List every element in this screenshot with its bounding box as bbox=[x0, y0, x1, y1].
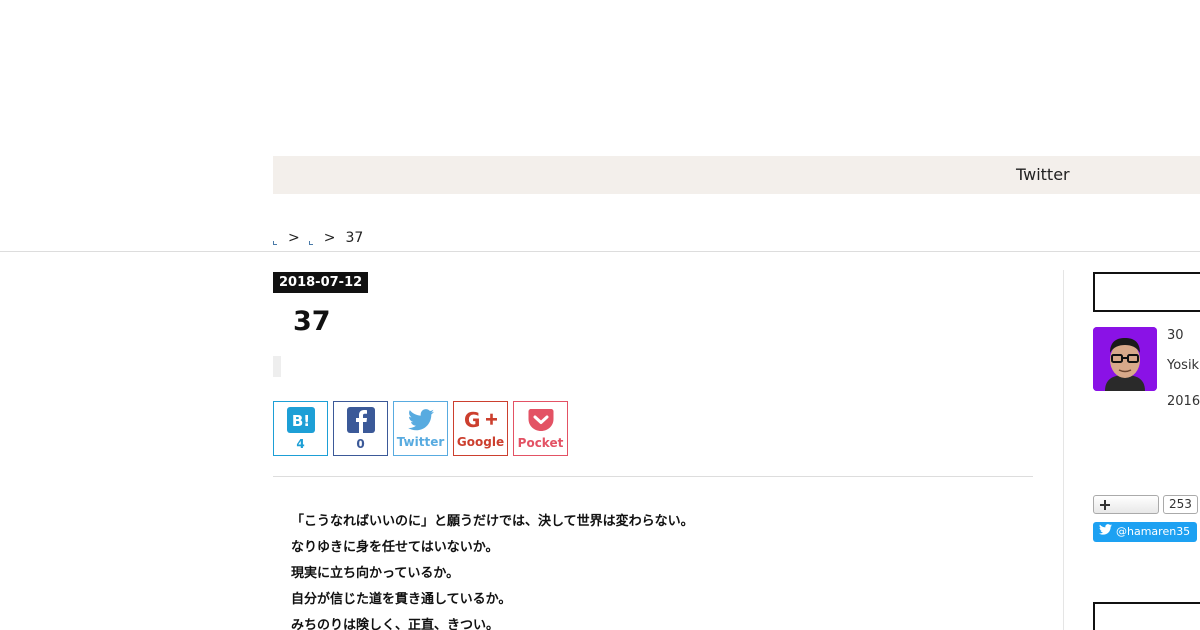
profile-avatar[interactable] bbox=[1093, 327, 1157, 391]
facebook-share-button[interactable]: 0 bbox=[333, 401, 388, 456]
breadcrumb-current: 37 bbox=[345, 230, 364, 246]
body-paragraph: なりゆきに身を任せてはいないか。 bbox=[291, 540, 499, 555]
twitter-share-button[interactable]: Twitter bbox=[393, 401, 448, 456]
svg-text:B!: B! bbox=[291, 412, 309, 430]
facebook-icon bbox=[346, 406, 375, 433]
pocket-icon bbox=[528, 408, 554, 432]
pocket-share-button[interactable]: Pocket bbox=[513, 401, 568, 456]
facebook-share-count: 0 bbox=[356, 436, 365, 451]
google-plus-icon: G bbox=[464, 409, 498, 431]
sidebar-widget-header bbox=[1093, 602, 1200, 630]
nav-item-twitter[interactable]: Twitter bbox=[1016, 165, 1070, 184]
hatena-follow-widget: 253 bbox=[1093, 495, 1198, 514]
breadcrumb-separator: > bbox=[323, 230, 336, 246]
post-title[interactable]: 37 bbox=[293, 306, 331, 337]
profile-since: 2016/ bbox=[1167, 394, 1200, 409]
pocket-share-label: Pocket bbox=[517, 435, 564, 450]
body-paragraph: 現実に立ち向かっているか。 bbox=[291, 566, 460, 581]
body-paragraph: みちのりは険しく、正直、きつい。 bbox=[291, 618, 500, 630]
hatena-bookmark-icon: B! bbox=[286, 406, 315, 433]
profile-age: 30 bbox=[1167, 328, 1184, 343]
breadcrumb-category-link[interactable] bbox=[308, 241, 313, 245]
global-nav-bar: Twitter bbox=[273, 156, 1200, 194]
sidebar-widget-header bbox=[1093, 272, 1200, 312]
twitter-bird-icon bbox=[407, 408, 434, 431]
profile-name: Yosiki bbox=[1167, 358, 1200, 373]
twitter-handle: @hamaren35 bbox=[1116, 525, 1191, 538]
google-plus-share-button[interactable]: G Google bbox=[453, 401, 508, 456]
body-paragraph: 「こうなればいいのに」と願うだけでは、決して世界は変わらない。 bbox=[291, 514, 694, 529]
breadcrumb-separator: > bbox=[288, 230, 300, 246]
hatena-share-button[interactable]: B! 4 bbox=[273, 401, 328, 456]
category-tag[interactable] bbox=[273, 356, 281, 377]
follower-count: 253 bbox=[1163, 495, 1198, 514]
breadcrumb: > > 37 bbox=[273, 230, 363, 246]
breadcrumb-home-link[interactable] bbox=[273, 241, 277, 245]
twitter-share-label: Twitter bbox=[396, 434, 445, 449]
body-paragraph: 自分が信じた道を貫き通しているか。 bbox=[291, 592, 512, 607]
follow-button[interactable] bbox=[1093, 495, 1159, 514]
sidebar-divider bbox=[1063, 270, 1064, 630]
twitter-bird-icon bbox=[1099, 522, 1116, 542]
twitter-follow-button[interactable]: @hamaren35 bbox=[1093, 522, 1198, 542]
share-buttons: B! 4 0 Twitter G Google Pocket bbox=[273, 401, 573, 456]
google-plus-share-label: Google bbox=[456, 434, 505, 449]
header-divider bbox=[0, 251, 1200, 252]
hatena-share-count: 4 bbox=[296, 436, 305, 451]
post-date-badge[interactable]: 2018-07-12 bbox=[273, 272, 369, 293]
content-divider bbox=[273, 476, 1033, 477]
post-body: 「こうなればいいのに」と願うだけでは、決して世界は変わらない。 なりゆきに身を任… bbox=[291, 512, 694, 630]
svg-text:G: G bbox=[464, 409, 480, 431]
